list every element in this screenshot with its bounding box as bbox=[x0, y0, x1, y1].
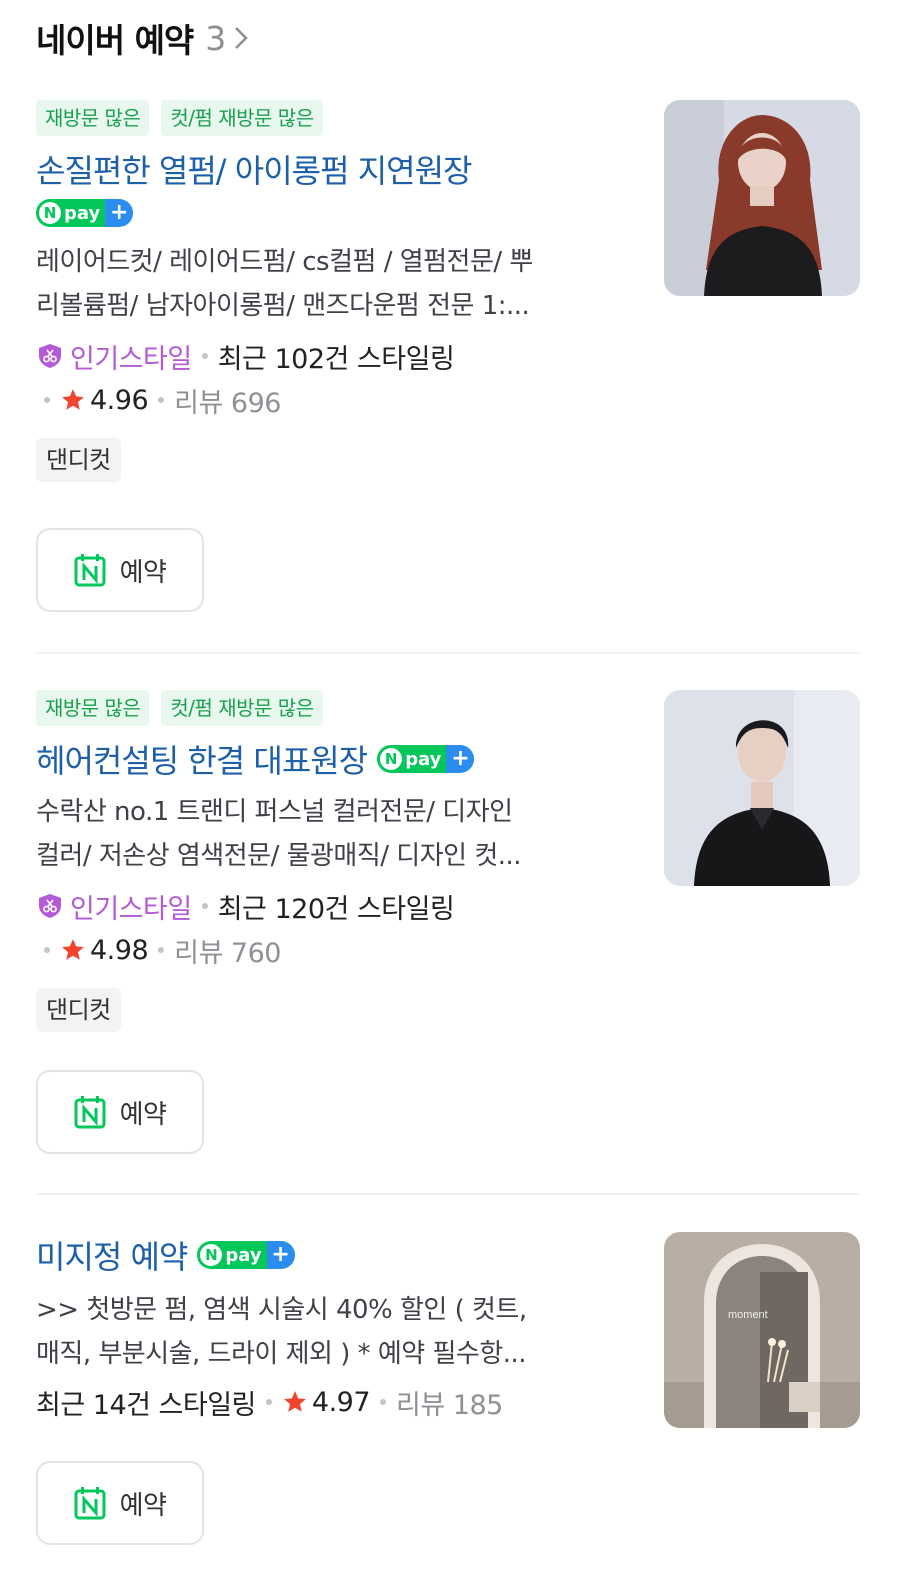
shop-name-link[interactable]: 헤어컨설팅 한결 대표원장 bbox=[36, 736, 368, 782]
chevron-right-icon bbox=[232, 23, 250, 53]
popular-style-label: 인기스타일 bbox=[70, 343, 192, 375]
shop-description: 레이어드컷/ 레이어드펌/ cs컬펌 / 열펌전문/ 뿌 리볼륨펌/ 남자아이롱… bbox=[36, 247, 533, 321]
calendar-n-icon bbox=[74, 553, 106, 587]
rating-value: 4.98 bbox=[90, 934, 149, 966]
mirror-logo-text: moment bbox=[728, 1309, 768, 1321]
shop-name-link[interactable]: 손질편한 열펌/ 아이롱펌 지연원장 bbox=[36, 146, 472, 192]
book-label: 예약 bbox=[119, 1490, 167, 1521]
style-chip[interactable]: 댄디컷 bbox=[36, 438, 121, 482]
section-title: 네이버 예약 bbox=[36, 21, 194, 60]
review-count: 리뷰 185 bbox=[396, 1389, 503, 1421]
shop-description: >> 첫방문 펌, 염색 시술시 40% 할인 ( 컷트, 매직, 부분시술, … bbox=[36, 1295, 527, 1369]
book-label: 예약 bbox=[119, 557, 167, 588]
rating-value: 4.96 bbox=[90, 384, 149, 416]
divider bbox=[36, 1193, 860, 1195]
shop-description: 수락산 no.1 트랜디 퍼스널 컬러전문/ 디자인 컬러/ 저손상 염색전문/… bbox=[36, 797, 522, 871]
shop-thumbnail[interactable] bbox=[664, 100, 860, 296]
npay-plus-badge: N pay + bbox=[36, 199, 134, 227]
popular-style-icon bbox=[36, 342, 64, 370]
star-icon bbox=[60, 937, 86, 963]
calendar-n-icon bbox=[74, 1095, 106, 1129]
shop-thumbnail[interactable]: moment bbox=[664, 1232, 860, 1428]
book-button[interactable]: 예약 bbox=[36, 1070, 204, 1154]
book-button[interactable]: 예약 bbox=[36, 528, 204, 612]
star-icon bbox=[282, 1389, 308, 1415]
book-label: 예약 bbox=[119, 1099, 167, 1130]
npay-plus-badge: N pay + bbox=[377, 745, 475, 773]
calendar-n-icon bbox=[74, 1486, 106, 1520]
popular-style-label: 인기스타일 bbox=[70, 893, 192, 925]
recent-styling-count: 최근 120건 스타일링 bbox=[217, 893, 455, 925]
cut-perm-revisit-tag: 컷/펌 재방문 많은 bbox=[161, 690, 323, 726]
popular-style-icon bbox=[36, 892, 64, 920]
shop-thumbnail[interactable] bbox=[664, 690, 860, 886]
style-chip[interactable]: 댄디컷 bbox=[36, 988, 121, 1032]
review-count: 리뷰 696 bbox=[174, 387, 281, 419]
review-count: 리뷰 760 bbox=[174, 937, 281, 969]
recent-styling-count: 최근 14건 스타일링 bbox=[36, 1389, 256, 1421]
rating-value: 4.97 bbox=[311, 1386, 371, 1418]
cut-perm-revisit-tag: 컷/펌 재방문 많은 bbox=[161, 100, 323, 136]
shop-name-link[interactable]: 미지정 예약 bbox=[36, 1232, 188, 1278]
result-count: 3 bbox=[205, 18, 227, 58]
recent-styling-count: 최근 102건 스타일링 bbox=[217, 343, 455, 375]
divider bbox=[36, 652, 860, 654]
revisit-tag: 재방문 많은 bbox=[36, 690, 150, 726]
npay-plus-badge: N pay + bbox=[197, 1241, 295, 1269]
book-button[interactable]: 예약 bbox=[36, 1461, 204, 1545]
section-header[interactable]: 네이버 예약 3 bbox=[36, 14, 250, 62]
revisit-tag: 재방문 많은 bbox=[36, 100, 150, 136]
star-icon bbox=[60, 387, 86, 413]
